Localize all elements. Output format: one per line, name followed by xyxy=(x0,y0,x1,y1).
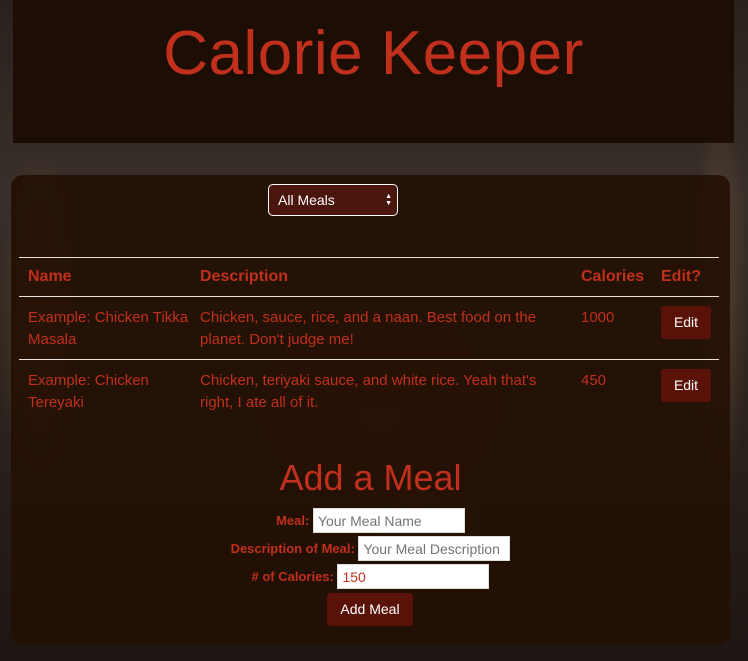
meal-calories-input[interactable] xyxy=(337,564,490,589)
meal-description-cell: Chicken, sauce, rice, and a naan. Best f… xyxy=(191,296,572,360)
meal-description-row: Description of Meal: xyxy=(11,536,730,561)
meal-description-input[interactable] xyxy=(358,536,511,561)
meal-filter-select[interactable]: All Meals ▲ ▼ xyxy=(268,184,398,216)
meal-name-cell: Example: Chicken Tikka Masala xyxy=(19,296,191,360)
app-title: Calorie Keeper xyxy=(163,19,584,88)
column-header-description: Description xyxy=(191,257,572,297)
edit-button[interactable]: Edit xyxy=(661,306,711,339)
add-meal-title: Add a Meal xyxy=(279,457,462,498)
table-header-row: Name Description Calories Edit? xyxy=(19,257,719,297)
meal-filter-value: All Meals xyxy=(278,192,335,208)
app-header: Calorie Keeper xyxy=(13,0,734,143)
meal-calories-label: # of Calories: xyxy=(251,569,334,584)
meal-calories-row: # of Calories: xyxy=(11,564,730,589)
meal-name-cell: Example: Chicken Tereyaki xyxy=(28,372,149,411)
add-meal-button[interactable]: Add Meal xyxy=(327,593,413,626)
edit-button[interactable]: Edit xyxy=(661,369,711,402)
main-panel: All Meals ▲ ▼ Name Description Calories E… xyxy=(11,175,730,645)
meal-description-cell: Chicken, teriyaki sauce, and white rice.… xyxy=(200,372,537,411)
meal-calories-cell: 450 xyxy=(581,372,607,389)
meal-calories-cell: 1000 xyxy=(572,296,652,360)
meal-name-input[interactable] xyxy=(312,508,465,533)
meal-name-row: Meal: xyxy=(11,508,730,533)
table-row: Example: Chicken Tikka Masala Chicken, s… xyxy=(19,296,719,360)
edit-cell: Edit xyxy=(652,360,719,423)
table-row: Example: Chicken Tereyaki Chicken, teriy… xyxy=(19,360,719,423)
column-header-calories: Calories xyxy=(572,257,652,297)
select-arrows-icon: ▲ ▼ xyxy=(385,193,392,207)
meal-name-label: Meal: xyxy=(276,513,310,528)
meals-table: Name Description Calories Edit? Example:… xyxy=(19,257,719,422)
column-header-edit: Edit? xyxy=(652,257,719,297)
meal-description-label: Description of Meal: xyxy=(230,541,355,556)
edit-cell: Edit xyxy=(652,296,719,360)
column-header-name: Name xyxy=(19,257,191,297)
